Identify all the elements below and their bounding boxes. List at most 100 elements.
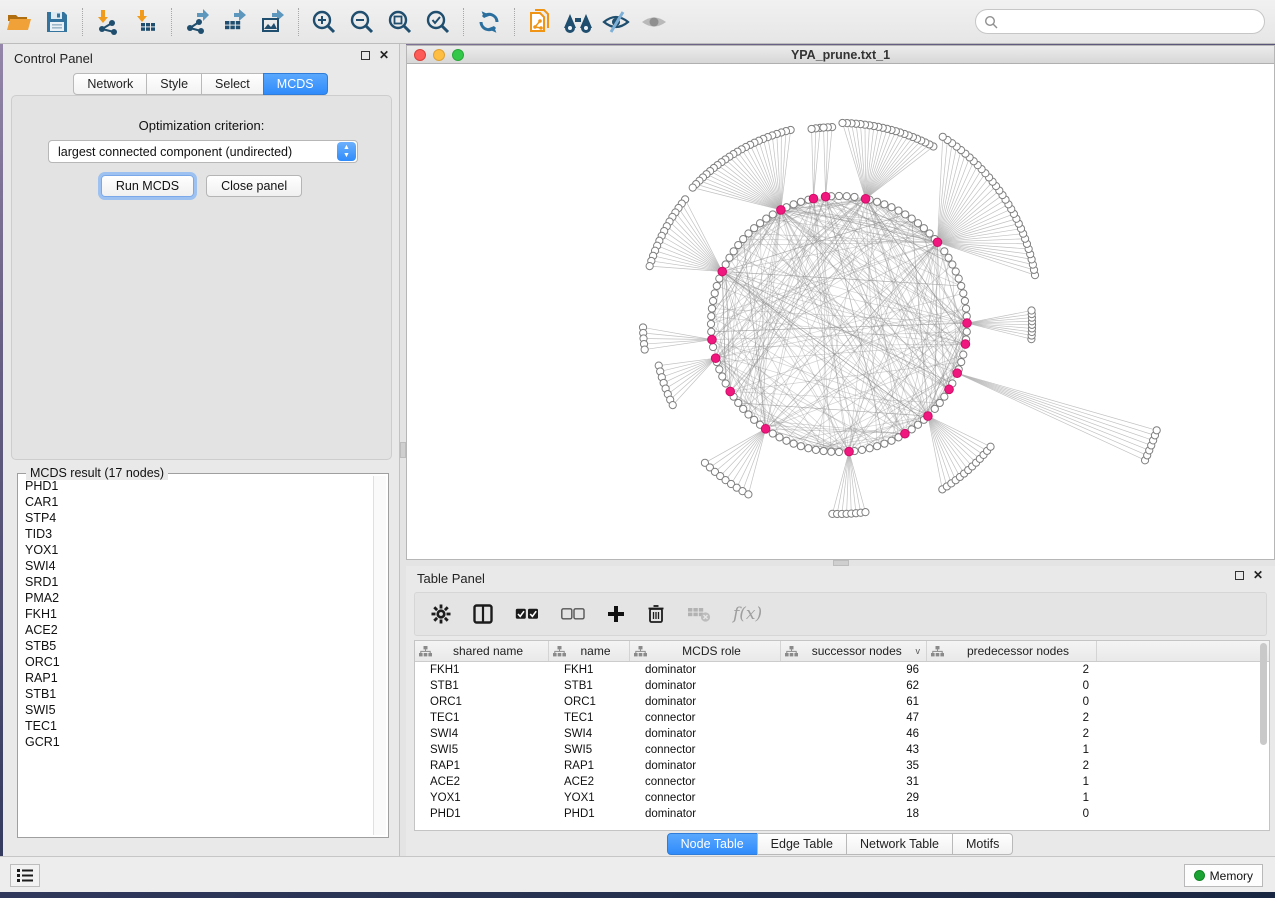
mcds-result-item[interactable]: FKH1 bbox=[18, 606, 372, 622]
graph-mcds-node[interactable] bbox=[777, 206, 786, 215]
graph-node[interactable] bbox=[958, 358, 965, 365]
graph-leaf-node[interactable] bbox=[745, 491, 752, 498]
graph-leaf-node[interactable] bbox=[862, 509, 869, 516]
table-scrollbar[interactable] bbox=[1259, 643, 1268, 803]
graph-node[interactable] bbox=[949, 261, 956, 268]
deselect-all-rows-icon[interactable] bbox=[561, 608, 585, 620]
graph-mcds-node[interactable] bbox=[809, 194, 818, 203]
tab-motifs[interactable]: Motifs bbox=[952, 833, 1013, 855]
graph-node[interactable] bbox=[960, 351, 967, 358]
graph-node[interactable] bbox=[835, 448, 842, 455]
import-table-icon[interactable] bbox=[127, 6, 165, 38]
graph-node[interactable] bbox=[812, 446, 819, 453]
graph-mcds-node[interactable] bbox=[711, 354, 720, 363]
table-row[interactable]: SWI5SWI5connector431 bbox=[415, 742, 1269, 758]
export-table-icon[interactable] bbox=[216, 6, 254, 38]
column-header-name[interactable]: name bbox=[549, 641, 630, 661]
graph-node[interactable] bbox=[873, 198, 880, 205]
mcds-result-item[interactable]: RAP1 bbox=[18, 670, 372, 686]
add-column-icon[interactable] bbox=[607, 605, 625, 623]
close-panel-button[interactable]: Close panel bbox=[206, 175, 302, 197]
mcds-result-item[interactable]: PHD1 bbox=[18, 478, 372, 494]
graph-node[interactable] bbox=[735, 241, 742, 248]
column-visibility-icon[interactable] bbox=[473, 604, 493, 624]
zoom-fit-icon[interactable] bbox=[381, 6, 419, 38]
select-all-rows-icon[interactable] bbox=[515, 608, 539, 620]
zoom-selected-icon[interactable] bbox=[419, 6, 457, 38]
graph-node[interactable] bbox=[763, 215, 770, 222]
graph-node[interactable] bbox=[962, 305, 969, 312]
network-snapshot-icon[interactable] bbox=[521, 6, 559, 38]
search-input[interactable] bbox=[998, 15, 1264, 29]
graph-node[interactable] bbox=[945, 254, 952, 261]
graph-leaf-node[interactable] bbox=[641, 346, 648, 353]
delete-columns-icon[interactable] bbox=[647, 604, 665, 624]
graph-leaf-node[interactable] bbox=[820, 124, 827, 131]
mcds-result-item[interactable]: TID3 bbox=[18, 526, 372, 542]
graph-node[interactable] bbox=[914, 421, 921, 428]
graph-mcds-node[interactable] bbox=[861, 194, 870, 203]
mcds-result-item[interactable]: ORC1 bbox=[18, 654, 372, 670]
graph-node[interactable] bbox=[708, 328, 715, 335]
graph-node[interactable] bbox=[783, 437, 790, 444]
graph-node[interactable] bbox=[828, 448, 835, 455]
close-panel-icon[interactable]: ✕ bbox=[379, 51, 389, 60]
graph-node[interactable] bbox=[751, 225, 758, 232]
table-row[interactable]: STB1STB1dominator620 bbox=[415, 678, 1269, 694]
tab-node-table[interactable]: Node Table bbox=[667, 833, 758, 855]
zoom-in-icon[interactable] bbox=[305, 6, 343, 38]
column-header-shared-name[interactable]: shared name bbox=[415, 641, 549, 661]
close-panel-icon[interactable]: ✕ bbox=[1253, 571, 1263, 580]
tab-edge-table[interactable]: Edge Table bbox=[757, 833, 847, 855]
search-binoculars-icon[interactable] bbox=[559, 6, 597, 38]
memory-button[interactable]: Memory bbox=[1184, 864, 1263, 887]
table-row[interactable]: RAP1RAP1dominator352 bbox=[415, 758, 1269, 774]
graph-mcds-node[interactable] bbox=[945, 385, 954, 394]
graph-node[interactable] bbox=[713, 282, 720, 289]
graph-mcds-node[interactable] bbox=[845, 447, 854, 456]
mcds-result-item[interactable]: SWI5 bbox=[18, 702, 372, 718]
mcds-result-item[interactable]: SWI4 bbox=[18, 558, 372, 574]
graph-mcds-node[interactable] bbox=[924, 412, 933, 421]
graph-node[interactable] bbox=[941, 393, 948, 400]
graph-node[interactable] bbox=[835, 192, 842, 199]
graph-leaf-node[interactable] bbox=[646, 263, 653, 270]
graph-node[interactable] bbox=[851, 193, 858, 200]
graph-mcds-node[interactable] bbox=[963, 319, 972, 328]
graph-leaf-node[interactable] bbox=[1153, 427, 1160, 434]
tab-select[interactable]: Select bbox=[201, 73, 264, 95]
graph-node[interactable] bbox=[820, 447, 827, 454]
graph-node[interactable] bbox=[745, 230, 752, 237]
graph-mcds-node[interactable] bbox=[961, 340, 970, 349]
graph-node[interactable] bbox=[711, 290, 718, 297]
column-header-MCDS-role[interactable]: MCDS role bbox=[630, 641, 781, 661]
graph-mcds-node[interactable] bbox=[901, 429, 910, 438]
mcds-result-item[interactable]: TEC1 bbox=[18, 718, 372, 734]
float-panel-icon[interactable] bbox=[361, 51, 370, 60]
table-row[interactable]: SWI4SWI4dominator462 bbox=[415, 726, 1269, 742]
graph-node[interactable] bbox=[843, 193, 850, 200]
network-canvas[interactable] bbox=[407, 64, 1274, 560]
graph-node[interactable] bbox=[769, 430, 776, 437]
graph-node[interactable] bbox=[776, 434, 783, 441]
graph-node[interactable] bbox=[961, 297, 968, 304]
float-panel-icon[interactable] bbox=[1235, 571, 1244, 580]
graph-node[interactable] bbox=[914, 220, 921, 227]
mcds-result-item[interactable]: GCR1 bbox=[18, 734, 372, 750]
graph-node[interactable] bbox=[751, 416, 758, 423]
graph-node[interactable] bbox=[740, 405, 747, 412]
graph-node[interactable] bbox=[716, 366, 723, 373]
task-history-button[interactable] bbox=[10, 864, 40, 887]
scrollbar-thumb[interactable] bbox=[1260, 643, 1267, 745]
graph-node[interactable] bbox=[926, 230, 933, 237]
graph-node[interactable] bbox=[769, 211, 776, 218]
graph-node[interactable] bbox=[941, 248, 948, 255]
graph-node[interactable] bbox=[735, 399, 742, 406]
mcds-result-item[interactable]: SRD1 bbox=[18, 574, 372, 590]
graph-mcds-node[interactable] bbox=[821, 192, 830, 201]
optimization-criterion-select[interactable]: largest connected component (undirected)… bbox=[48, 140, 358, 163]
graph-leaf-node[interactable] bbox=[939, 133, 946, 140]
graph-mcds-node[interactable] bbox=[953, 369, 962, 378]
mcds-result-item[interactable]: ACE2 bbox=[18, 622, 372, 638]
graph-node[interactable] bbox=[963, 328, 970, 335]
